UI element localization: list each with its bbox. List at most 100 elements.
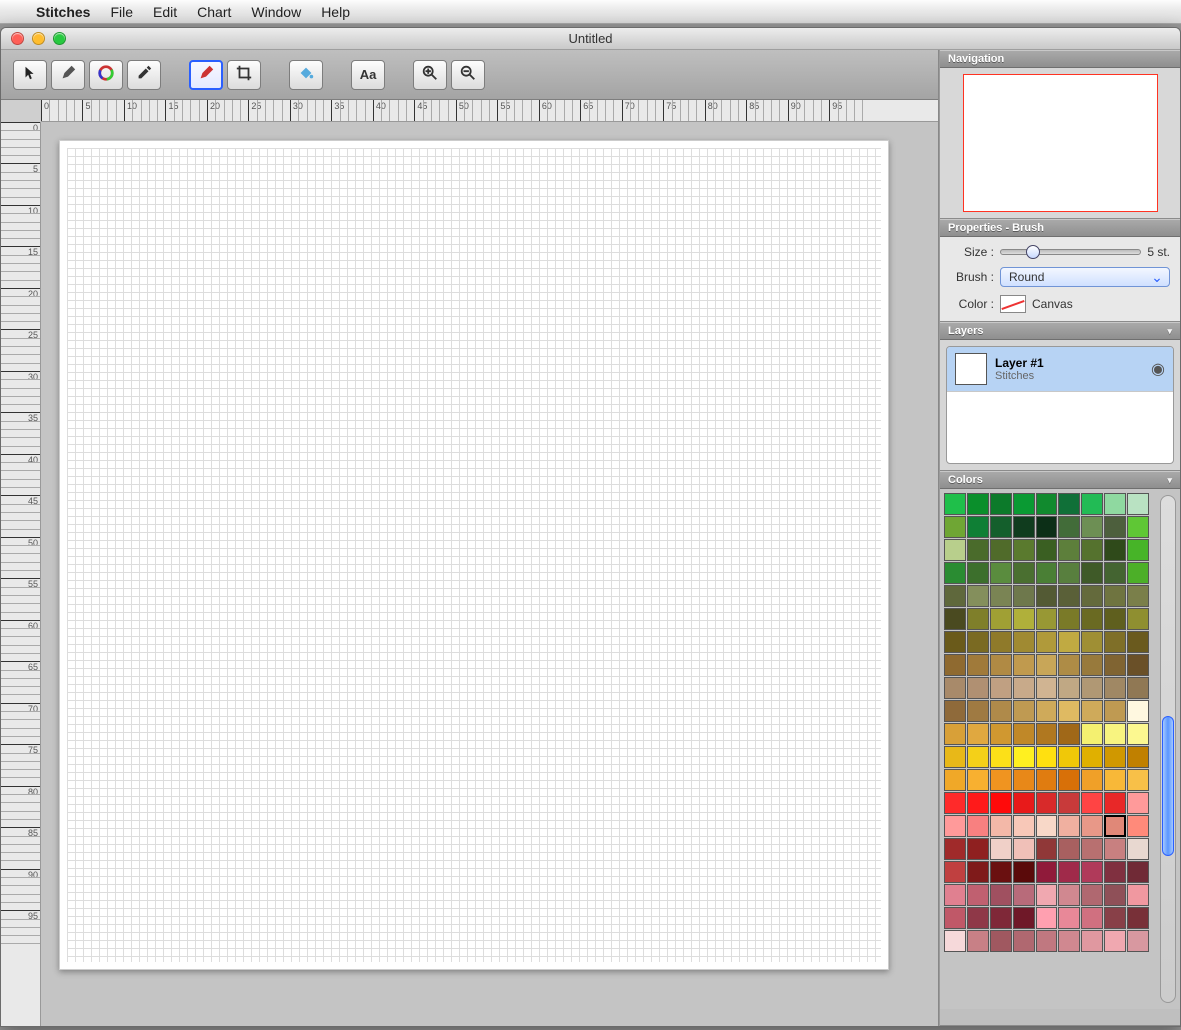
color-swatch[interactable] [1058, 930, 1080, 952]
color-swatch[interactable] [1013, 608, 1035, 630]
color-swatch[interactable] [990, 769, 1012, 791]
color-swatch[interactable] [1036, 792, 1058, 814]
color-swatch[interactable] [1127, 907, 1149, 929]
color-swatch[interactable] [1013, 654, 1035, 676]
color-swatch[interactable] [967, 562, 989, 584]
color-swatch[interactable] [1013, 769, 1035, 791]
color-swatch[interactable] [1127, 884, 1149, 906]
color-swatch[interactable] [1127, 608, 1149, 630]
color-swatch[interactable] [1104, 562, 1126, 584]
color-swatch[interactable] [1036, 700, 1058, 722]
color-swatch[interactable] [1036, 631, 1058, 653]
size-slider[interactable] [1000, 249, 1141, 255]
color-swatch[interactable] [967, 792, 989, 814]
tool-color-wheel[interactable] [89, 60, 123, 90]
color-swatch[interactable] [1127, 700, 1149, 722]
color-swatch[interactable] [1104, 792, 1126, 814]
color-swatch[interactable] [1081, 907, 1103, 929]
color-swatch[interactable] [1058, 654, 1080, 676]
layer-visibility-icon[interactable]: ◉ [1151, 359, 1165, 379]
color-swatch[interactable] [1127, 654, 1149, 676]
menu-file[interactable]: File [110, 4, 133, 20]
color-swatch[interactable] [1081, 608, 1103, 630]
color-swatch[interactable] [1036, 562, 1058, 584]
color-swatch[interactable] [1036, 723, 1058, 745]
color-swatch[interactable] [1104, 700, 1126, 722]
color-swatch[interactable] [1036, 838, 1058, 860]
color-swatch[interactable] [944, 930, 966, 952]
color-swatch[interactable] [1127, 861, 1149, 883]
color-swatch[interactable] [1081, 585, 1103, 607]
color-swatch[interactable] [944, 884, 966, 906]
color-swatch[interactable] [967, 930, 989, 952]
color-swatch[interactable] [967, 516, 989, 538]
color-swatch[interactable] [1036, 654, 1058, 676]
color-swatch[interactable] [990, 516, 1012, 538]
color-swatch[interactable] [1058, 792, 1080, 814]
color-swatch[interactable] [990, 539, 1012, 561]
colors-collapse-icon[interactable]: ▾ [1167, 475, 1172, 486]
color-swatch[interactable] [1127, 539, 1149, 561]
color-swatch[interactable] [1104, 585, 1126, 607]
layers-collapse-icon[interactable]: ▾ [1167, 326, 1172, 337]
color-swatch[interactable] [990, 838, 1012, 860]
color-swatch[interactable] [1127, 769, 1149, 791]
color-swatch[interactable] [1013, 539, 1035, 561]
tool-zoom-in[interactable] [413, 60, 447, 90]
minimize-button[interactable] [32, 32, 45, 45]
color-swatch[interactable] [990, 930, 1012, 952]
color-swatch[interactable] [1036, 930, 1058, 952]
color-swatch[interactable] [967, 723, 989, 745]
menu-help[interactable]: Help [321, 4, 350, 20]
color-swatch[interactable] [944, 562, 966, 584]
color-swatch[interactable] [1104, 815, 1126, 837]
color-swatch[interactable] [1127, 746, 1149, 768]
color-swatch[interactable] [1058, 884, 1080, 906]
color-swatch[interactable] [1104, 654, 1126, 676]
color-swatch[interactable] [967, 815, 989, 837]
color-swatch[interactable] [1104, 516, 1126, 538]
color-swatch[interactable] [1104, 884, 1126, 906]
color-swatch[interactable] [967, 654, 989, 676]
color-swatch[interactable] [944, 539, 966, 561]
color-swatch[interactable] [1058, 907, 1080, 929]
tool-text[interactable]: Aa [351, 60, 385, 90]
color-swatch[interactable] [1081, 700, 1103, 722]
color-swatch[interactable] [990, 815, 1012, 837]
color-swatch[interactable] [1013, 815, 1035, 837]
color-swatch[interactable] [1013, 516, 1035, 538]
color-swatch[interactable] [1081, 884, 1103, 906]
color-swatch[interactable] [1081, 861, 1103, 883]
color-swatch[interactable] [990, 700, 1012, 722]
color-swatch[interactable] [990, 493, 1012, 515]
zoom-button[interactable] [53, 32, 66, 45]
color-swatch[interactable] [1058, 493, 1080, 515]
color-swatch[interactable] [1013, 930, 1035, 952]
color-swatch[interactable] [967, 539, 989, 561]
color-swatch[interactable] [944, 723, 966, 745]
color-swatch[interactable] [1104, 907, 1126, 929]
color-swatch[interactable] [944, 861, 966, 883]
color-swatch[interactable] [1036, 493, 1058, 515]
menu-chart[interactable]: Chart [197, 4, 231, 20]
color-swatch[interactable] [944, 792, 966, 814]
color-swatch[interactable] [1058, 769, 1080, 791]
properties-panel-header[interactable]: Properties - Brush [940, 219, 1180, 237]
color-swatch[interactable] [1036, 907, 1058, 929]
color-swatch[interactable] [1058, 562, 1080, 584]
color-swatch[interactable] [990, 884, 1012, 906]
color-swatch[interactable] [967, 585, 989, 607]
color-swatch[interactable] [1127, 493, 1149, 515]
color-swatch[interactable] [1013, 700, 1035, 722]
color-swatch[interactable] [1058, 608, 1080, 630]
color-swatch[interactable] [1036, 769, 1058, 791]
color-swatch[interactable] [967, 493, 989, 515]
color-swatch[interactable] [967, 861, 989, 883]
color-swatch[interactable] [944, 585, 966, 607]
color-swatch[interactable] [944, 746, 966, 768]
tool-pointer[interactable] [13, 60, 47, 90]
navigation-panel-header[interactable]: Navigation [940, 50, 1180, 68]
color-swatch[interactable] [1104, 838, 1126, 860]
layers-panel-header[interactable]: Layers ▾ [940, 322, 1180, 340]
color-swatch[interactable] [990, 861, 1012, 883]
